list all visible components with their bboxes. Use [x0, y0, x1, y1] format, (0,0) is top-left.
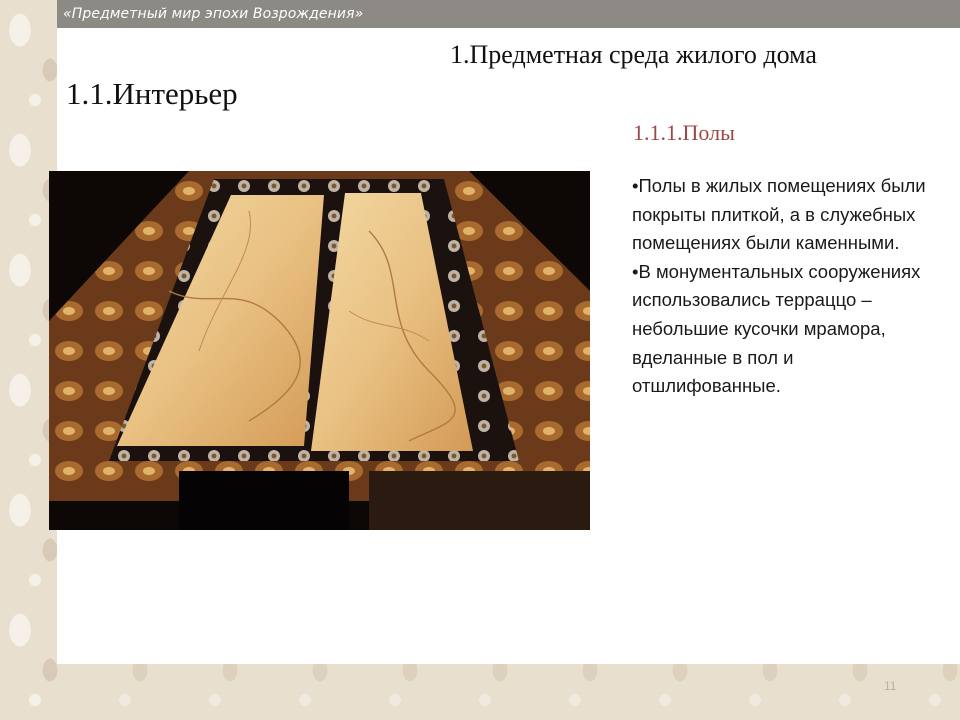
- presentation-header: «Предметный мир эпохи Возрождения»: [63, 6, 364, 22]
- page-number: 11: [884, 679, 897, 693]
- floor-photo: [49, 171, 590, 530]
- footer-band: [57, 664, 960, 720]
- bullet-item: •Полы в жилых помещениях были покрыты пл…: [632, 175, 926, 254]
- bullet-list: •Полы в жилых помещениях были покрыты пл…: [632, 172, 932, 401]
- topic-title: 1.1.1.Полы: [633, 120, 735, 145]
- bullet-item: •В монументальных сооружениях использова…: [632, 260, 921, 397]
- section-title: 1.Предметная среда жилого дома: [450, 40, 817, 69]
- subsection-title: 1.1.Интерьер: [66, 76, 238, 111]
